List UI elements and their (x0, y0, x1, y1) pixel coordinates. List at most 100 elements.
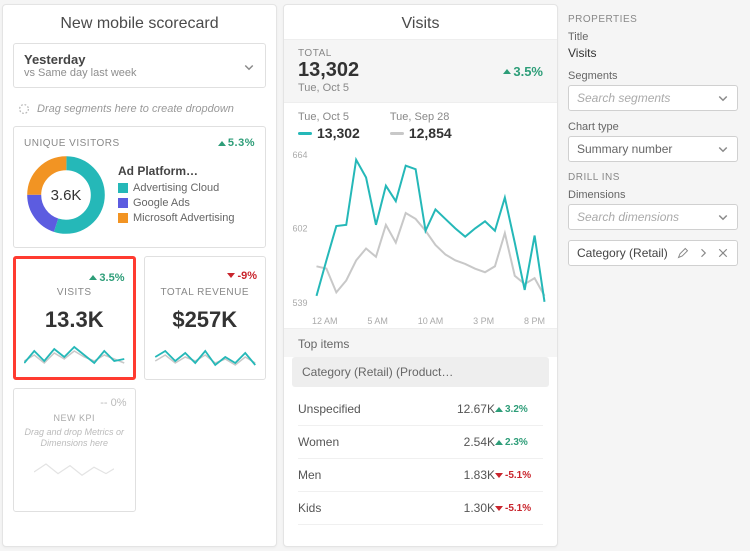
top-items-heading: Top items (284, 328, 557, 357)
segment-icon (17, 102, 31, 116)
top-item-row[interactable]: Men1.83K -5.1% (298, 459, 543, 492)
caret-up-icon (503, 69, 511, 74)
item-delta: 3.2% (495, 404, 543, 415)
title-value: Visits (568, 46, 738, 60)
caret-up-icon (218, 141, 226, 146)
item-delta: -5.1% (495, 470, 543, 481)
new-kpi-label: NEW KPI (53, 413, 95, 423)
item-delta: 2.3% (495, 437, 543, 448)
segments-placeholder: Search segments (577, 91, 670, 105)
legend-item: Google Ads (118, 197, 234, 209)
segments-label: Segments (568, 70, 738, 82)
compare-row: Tue, Oct 5 13,302 Tue, Sep 28 12,854 (284, 103, 557, 145)
visits-sparkline (24, 341, 125, 371)
item-name: Men (298, 468, 443, 482)
tile-visits[interactable]: 3.5% VISITS 13.3K (13, 256, 136, 380)
revenue-value: $257K (153, 307, 258, 333)
uv-donut-chart: 3.6K (24, 153, 108, 237)
total-sub: Tue, Oct 5 (298, 82, 359, 94)
compare-b-date: Tue, Sep 28 (390, 111, 452, 123)
item-delta: -5.1% (495, 503, 543, 514)
caret-down-icon (227, 273, 235, 278)
compare-previous: Tue, Sep 28 12,854 (390, 111, 452, 141)
chart-type-value: Summary number (577, 142, 672, 156)
dimensions-label: Dimensions (568, 189, 738, 201)
date-range-sub: vs Same day last week (24, 67, 137, 79)
item-value: 2.54K (443, 435, 495, 449)
new-kpi-sub: Drag and drop Metrics or Dimensions here (22, 427, 127, 449)
segments-select[interactable]: Search segments (568, 85, 738, 111)
segment-dropzone[interactable]: Drag segments here to create dropdown (13, 96, 266, 126)
total-block: TOTAL 13,302 Tue, Oct 5 3.5% (284, 39, 557, 103)
unique-visitors-card[interactable]: UNIQUE VISITORS 5.3% 3.6K Ad Platform… A… (13, 126, 266, 248)
chart-type-label: Chart type (568, 121, 738, 133)
chevron-down-icon (717, 211, 729, 223)
item-value: 1.30K (443, 501, 495, 515)
total-value: 13,302 (298, 59, 359, 82)
drillins-header: DRILL INS (568, 172, 738, 183)
top-item-row[interactable]: Kids1.30K -5.1% (298, 492, 543, 525)
properties-header: PROPERTIES (568, 14, 738, 25)
visits-value: 13.3K (24, 307, 125, 333)
chevron-down-icon (243, 60, 255, 72)
item-name: Kids (298, 501, 443, 515)
line-chart: 539 602 664 (284, 145, 557, 316)
new-kpi-pct: -- 0% (22, 397, 127, 409)
dimensions-select[interactable]: Search dimensions (568, 204, 738, 230)
item-name: Women (298, 435, 443, 449)
uv-value: 3.6K (24, 153, 108, 237)
compare-a-value: 13,302 (317, 125, 360, 141)
edit-icon[interactable] (677, 247, 689, 259)
uv-legend: Ad Platform… Advertising Cloud Google Ad… (118, 164, 234, 227)
svg-text:602: 602 (293, 223, 308, 233)
legend-item: Microsoft Advertising (118, 212, 234, 224)
series-swatch-b (390, 132, 404, 135)
legend-title: Ad Platform… (118, 164, 234, 178)
top-items-list: Unspecified12.67K 3.2%Women2.54K 2.3%Men… (284, 387, 557, 525)
new-kpi-sparkline (34, 453, 114, 483)
category-header[interactable]: Category (Retail) (Product… (292, 357, 549, 387)
chevron-down-icon (717, 143, 729, 155)
uv-label: UNIQUE VISITORS (24, 138, 120, 149)
title-label: Title (568, 31, 738, 43)
top-item-row[interactable]: Women2.54K 2.3% (298, 426, 543, 459)
compare-b-value: 12,854 (409, 125, 452, 141)
revenue-delta: -9% (227, 270, 257, 282)
total-delta: 3.5% (503, 64, 543, 79)
compare-a-date: Tue, Oct 5 (298, 111, 360, 123)
drill-chip[interactable]: Category (Retail) (568, 240, 738, 266)
top-item-row[interactable]: Unspecified12.67K 3.2% (298, 393, 543, 426)
visits-delta: 3.5% (89, 272, 124, 284)
scorecard-panel: New mobile scorecard Yesterday vs Same d… (2, 4, 277, 547)
dimensions-placeholder: Search dimensions (577, 210, 679, 224)
svg-text:539: 539 (293, 298, 308, 308)
compare-current: Tue, Oct 5 13,302 (298, 111, 360, 141)
total-label: TOTAL (298, 48, 359, 59)
item-value: 1.83K (443, 468, 495, 482)
item-value: 12.67K (443, 402, 495, 416)
scorecard-title: New mobile scorecard (13, 15, 266, 43)
visits-label: VISITS (24, 287, 125, 298)
segment-drop-label: Drag segments here to create dropdown (37, 103, 234, 115)
properties-panel: PROPERTIES Title Visits Segments Search … (564, 0, 750, 551)
chevron-down-icon (717, 92, 729, 104)
chart-type-select[interactable]: Summary number (568, 136, 738, 162)
revenue-label: TOTAL REVENUE (153, 287, 258, 298)
tile-new-kpi[interactable]: -- 0% NEW KPI Drag and drop Metrics or D… (13, 388, 136, 512)
item-name: Unspecified (298, 402, 443, 416)
caret-up-icon (89, 275, 97, 280)
series-swatch-a (298, 132, 312, 135)
date-range-selector[interactable]: Yesterday vs Same day last week (13, 43, 266, 88)
tile-total-revenue[interactable]: -9% TOTAL REVENUE $257K (144, 256, 267, 380)
drill-chip-label: Category (Retail) (577, 246, 668, 260)
legend-item: Advertising Cloud (118, 182, 234, 194)
svg-text:664: 664 (293, 150, 308, 160)
close-icon[interactable] (717, 247, 729, 259)
detail-title: Visits (284, 5, 557, 39)
chevron-right-icon[interactable] (697, 247, 709, 259)
date-range-main: Yesterday (24, 52, 137, 67)
uv-delta: 5.3% (218, 137, 255, 149)
detail-panel: Visits TOTAL 13,302 Tue, Oct 5 3.5% Tue,… (283, 4, 558, 547)
x-axis-labels: 12 AM 5 AM 10 AM 3 PM 8 PM (284, 316, 557, 328)
revenue-sparkline (153, 343, 258, 373)
